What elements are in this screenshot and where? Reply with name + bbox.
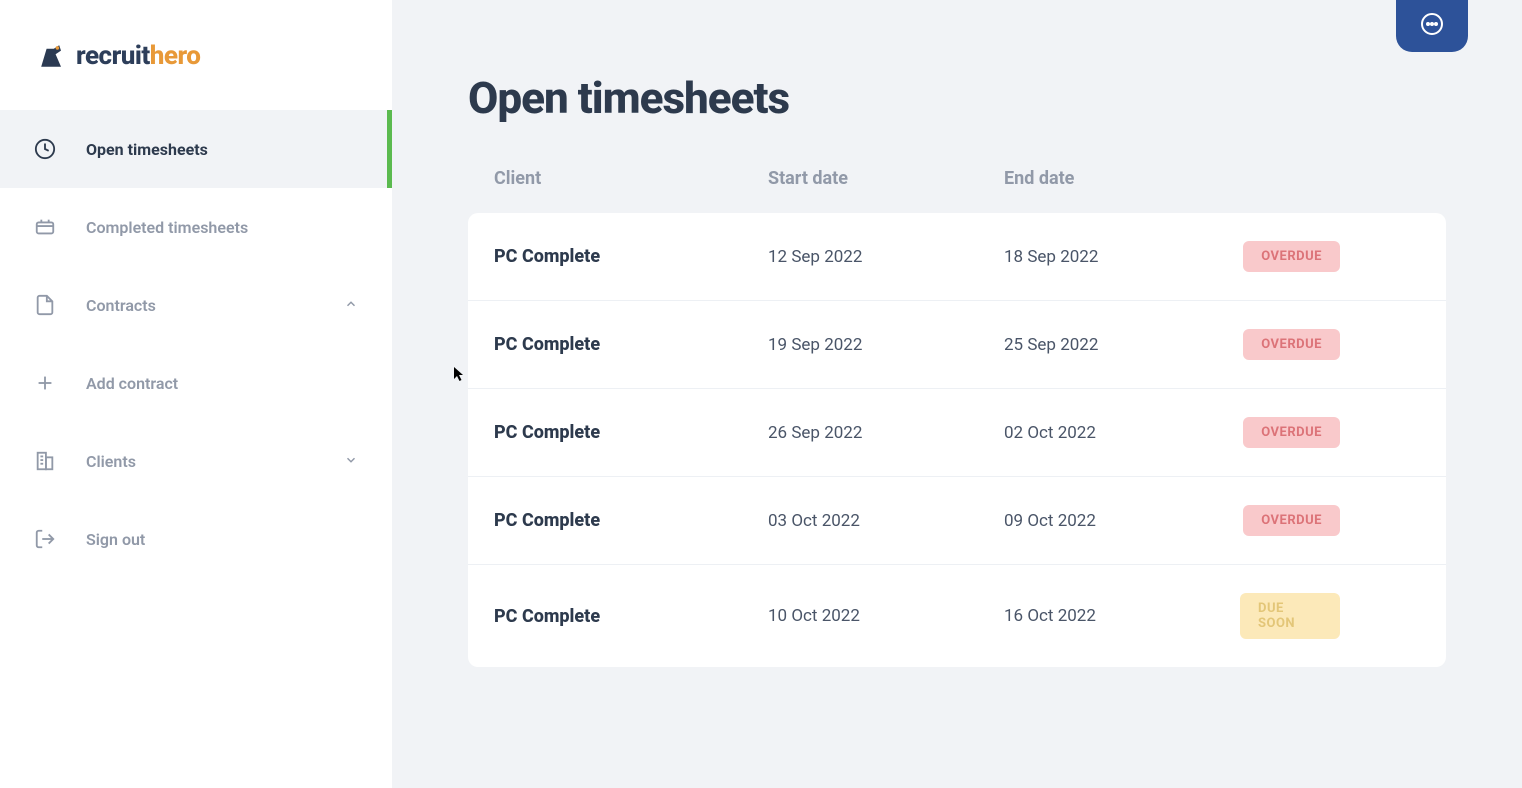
table-row[interactable]: PC Complete 26 Sep 2022 02 Oct 2022 OVER… <box>468 389 1446 477</box>
inbox-icon <box>34 216 56 238</box>
logo-text-part2: hero <box>150 41 201 71</box>
chevron-down-icon <box>344 452 358 471</box>
start-date-cell: 10 Oct 2022 <box>768 606 1004 626</box>
main-content: Open timesheets Client Start date End da… <box>392 0 1522 788</box>
sidebar-item-open-timesheets[interactable]: Open timesheets <box>0 110 392 188</box>
nav: Open timesheets Completed timesheets <box>0 110 392 578</box>
sidebar-item-label: Contracts <box>86 296 156 315</box>
table-body: PC Complete 12 Sep 2022 18 Sep 2022 OVER… <box>468 213 1446 667</box>
status-badge: OVERDUE <box>1243 241 1340 272</box>
building-icon <box>34 450 56 472</box>
column-header-client: Client <box>494 168 768 189</box>
chat-icon <box>1420 12 1444 40</box>
client-cell: PC Complete <box>494 606 768 627</box>
logo-icon <box>34 38 70 74</box>
start-date-cell: 19 Sep 2022 <box>768 335 1004 355</box>
signout-icon <box>34 528 56 550</box>
end-date-cell: 16 Oct 2022 <box>1004 606 1240 626</box>
status-badge: DUE SOON <box>1240 593 1340 639</box>
page-title: Open timesheets <box>468 72 1446 124</box>
sidebar-item-sign-out[interactable]: Sign out <box>0 500 392 578</box>
table-row[interactable]: PC Complete 10 Oct 2022 16 Oct 2022 DUE … <box>468 565 1446 667</box>
timesheet-table: Client Start date End date PC Complete 1… <box>468 168 1446 667</box>
logo[interactable]: recruithero <box>0 0 392 104</box>
plus-icon <box>34 372 56 394</box>
start-date-cell: 26 Sep 2022 <box>768 423 1004 443</box>
client-cell: PC Complete <box>494 510 768 531</box>
sidebar-item-label: Completed timesheets <box>86 218 248 237</box>
sidebar-item-label: Add contract <box>86 374 178 393</box>
end-date-cell: 09 Oct 2022 <box>1004 511 1240 531</box>
sidebar-item-add-contract[interactable]: Add contract <box>0 344 392 422</box>
end-date-cell: 02 Oct 2022 <box>1004 423 1240 443</box>
status-badge: OVERDUE <box>1243 505 1340 536</box>
logo-text: recruithero <box>76 41 200 71</box>
table-header: Client Start date End date <box>468 168 1446 213</box>
sidebar-item-label: Open timesheets <box>86 140 208 159</box>
sidebar-item-completed-timesheets[interactable]: Completed timesheets <box>0 188 392 266</box>
sidebar-item-label: Sign out <box>86 530 145 549</box>
sidebar-item-contracts[interactable]: Contracts <box>0 266 392 344</box>
status-badge: OVERDUE <box>1243 329 1340 360</box>
clock-icon <box>34 138 56 160</box>
end-date-cell: 18 Sep 2022 <box>1004 247 1240 267</box>
chat-button[interactable] <box>1396 0 1468 52</box>
client-cell: PC Complete <box>494 334 768 355</box>
logo-text-part1: recruit <box>76 41 150 71</box>
client-cell: PC Complete <box>494 246 768 267</box>
sidebar-item-label: Clients <box>86 452 136 471</box>
column-header-end-date: End date <box>1004 168 1240 189</box>
start-date-cell: 03 Oct 2022 <box>768 511 1004 531</box>
sidebar-item-clients[interactable]: Clients <box>0 422 392 500</box>
status-badge: OVERDUE <box>1243 417 1340 448</box>
document-icon <box>34 294 56 316</box>
column-header-start-date: Start date <box>768 168 1004 189</box>
end-date-cell: 25 Sep 2022 <box>1004 335 1240 355</box>
client-cell: PC Complete <box>494 422 768 443</box>
sidebar: recruithero Open timesheets <box>0 0 392 788</box>
table-row[interactable]: PC Complete 19 Sep 2022 25 Sep 2022 OVER… <box>468 301 1446 389</box>
table-row[interactable]: PC Complete 03 Oct 2022 09 Oct 2022 OVER… <box>468 477 1446 565</box>
chevron-up-icon <box>344 296 358 315</box>
start-date-cell: 12 Sep 2022 <box>768 247 1004 267</box>
table-row[interactable]: PC Complete 12 Sep 2022 18 Sep 2022 OVER… <box>468 213 1446 301</box>
